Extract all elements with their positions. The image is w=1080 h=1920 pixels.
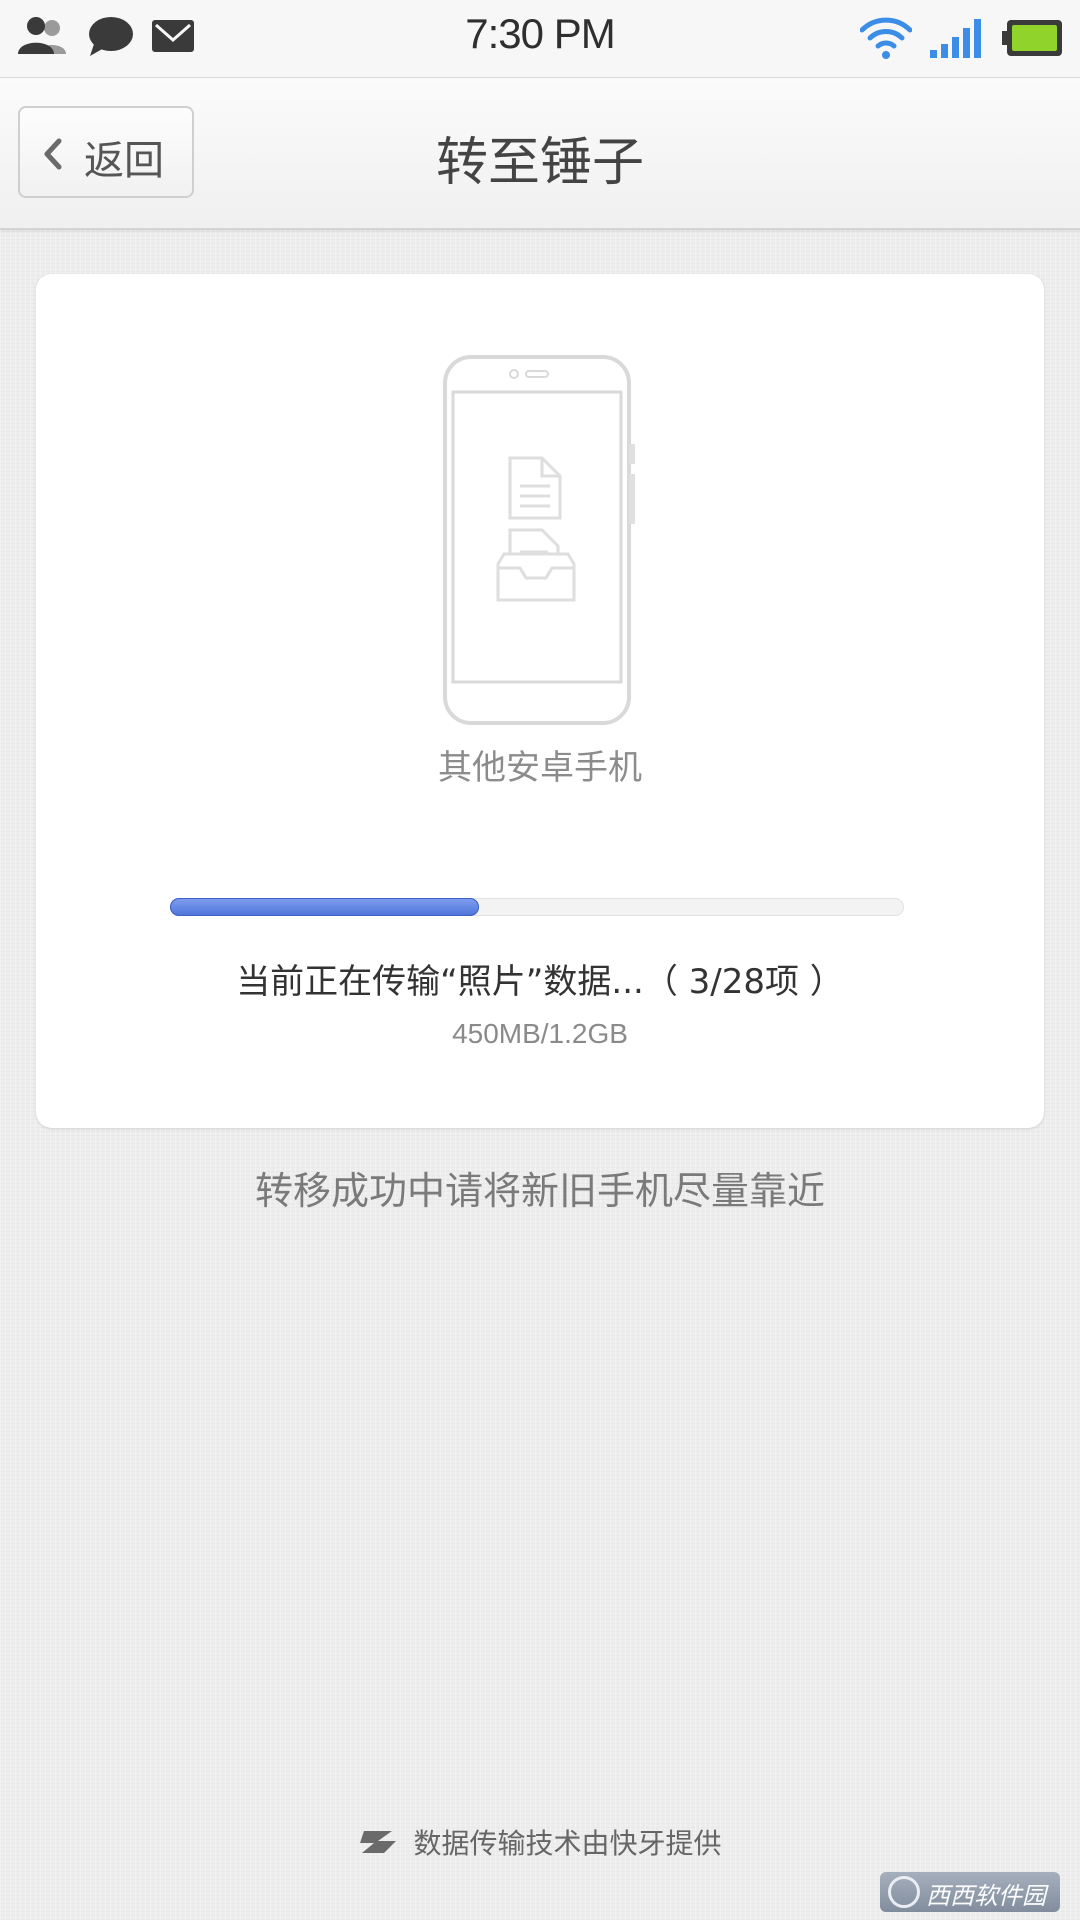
transfer-status-text: 当前正在传输“照片”数据...（ 3/28项 ） (236, 962, 844, 1002)
transfer-size-text: 450MB/1.2GB (452, 1018, 628, 1049)
kuaiya-logo-icon (360, 1831, 397, 1853)
back-button-label: 返回 (84, 138, 164, 184)
battery-icon (1002, 20, 1062, 56)
transfer-progress-fill (170, 898, 480, 916)
document-icon (508, 456, 562, 520)
footer: 数据传输技术由快牙提供 (0, 1822, 1080, 1866)
hint-text: 转移成功中请将新旧手机尽量靠近 (254, 1169, 825, 1213)
footer-credit-text: 数据传输技术由快牙提供 (413, 1827, 722, 1860)
watermark: 西西软件园 (880, 1872, 1060, 1912)
message-icon (89, 17, 133, 56)
signal-icon (930, 19, 981, 58)
transfer-progress-bar (170, 898, 904, 916)
wifi-icon (860, 17, 912, 59)
phone-transfer-illustration (443, 355, 635, 725)
status-bar: 7:30 PM (0, 0, 1080, 77)
back-button[interactable]: 返回 (18, 106, 194, 198)
mail-icon (152, 20, 194, 52)
status-time: 7:30 PM (465, 10, 615, 57)
transfer-card: 其他安卓手机 当前正在传输“照片”数据...（ 3/28项 ） 450MB/1.… (36, 274, 1044, 1128)
chevron-left-icon (44, 138, 62, 170)
watermark-logo-icon (888, 1876, 920, 1908)
contacts-icon (18, 17, 66, 54)
nav-bar: 返回 转至锤子 (0, 77, 1080, 230)
watermark-text: 西西软件园 (926, 1882, 1046, 1910)
page-title: 转至锤子 (435, 133, 644, 193)
device-label: 其他安卓手机 (438, 748, 642, 788)
